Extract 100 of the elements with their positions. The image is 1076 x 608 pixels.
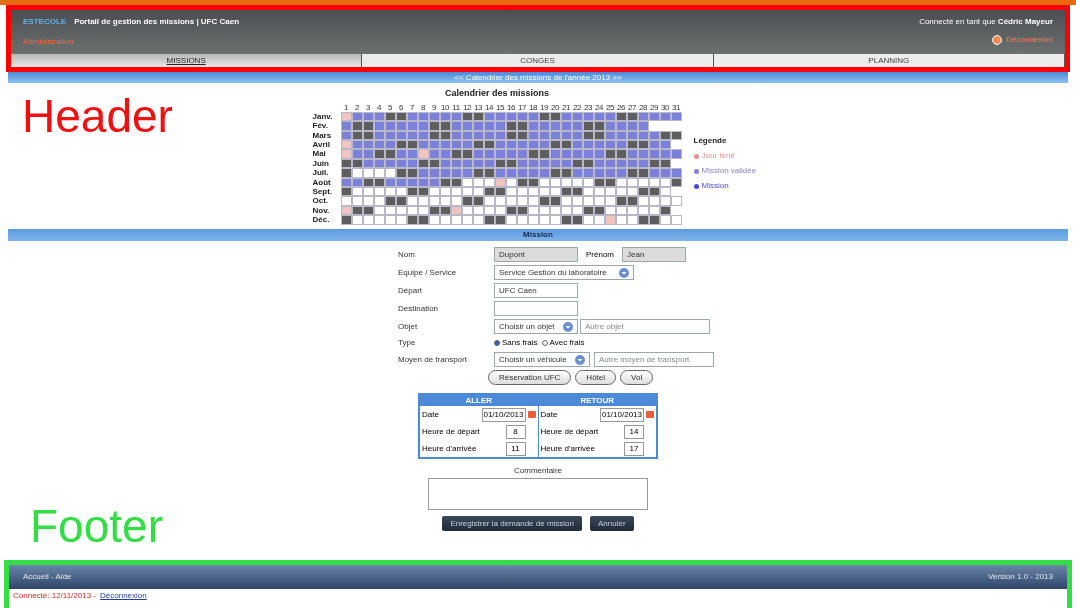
header-annotation: Header bbox=[22, 93, 173, 139]
month-label: Nov. bbox=[312, 205, 331, 216]
month-label: Août bbox=[312, 177, 332, 187]
booking-button[interactable]: Vol bbox=[620, 370, 654, 385]
status-text: Connecté: 12/11/2013 - bbox=[13, 590, 97, 602]
field-label: Moyen de transport bbox=[398, 353, 468, 366]
date-field[interactable]: 01/10/2013 bbox=[481, 407, 526, 422]
action-button[interactable]: Enregistrer la demande de mission bbox=[442, 516, 582, 531]
nav-tab[interactable]: PLANNING bbox=[713, 54, 1065, 67]
departure-field[interactable]: UFC Caen bbox=[494, 283, 578, 298]
day-number: 2 bbox=[353, 102, 361, 112]
month-label: Juin bbox=[312, 158, 330, 169]
legend-title: Légende bbox=[693, 135, 728, 147]
first-name-field[interactable]: Jean bbox=[622, 247, 686, 262]
day-number: 15 bbox=[494, 102, 506, 112]
service-select[interactable]: Service Gestion du laboratoire bbox=[494, 265, 634, 280]
day-number: 12 bbox=[461, 102, 473, 112]
field-label: Départ bbox=[398, 284, 423, 297]
day-number: 10 bbox=[439, 102, 451, 112]
portal-title: Portail de gestion des missions | UFC Caen bbox=[74, 16, 240, 28]
radio-label: Sans frais bbox=[502, 337, 538, 349]
month-label: Oct. bbox=[312, 196, 330, 206]
day-number: 4 bbox=[375, 102, 383, 112]
radio-label: Avec frais bbox=[549, 337, 585, 349]
version-text: Version 1.0 - 2013 bbox=[988, 571, 1053, 583]
month-label: Fév. bbox=[312, 121, 329, 131]
day-number: 8 bbox=[419, 102, 427, 112]
footer-links[interactable]: Accueil - Aide bbox=[23, 571, 72, 583]
column-header: ALLER bbox=[420, 395, 538, 406]
comment-label: Commentaire bbox=[514, 465, 562, 477]
field-label: Objet bbox=[398, 320, 419, 333]
day-number: 31 bbox=[670, 102, 682, 112]
day-number: 28 bbox=[637, 102, 649, 112]
day-number: 9 bbox=[430, 102, 438, 112]
field-label: Equipe / Service bbox=[398, 266, 458, 279]
schedule-label: Heure de départ bbox=[540, 425, 600, 438]
day-number: 27 bbox=[626, 102, 638, 112]
day-number: 30 bbox=[659, 102, 671, 112]
day-number: 6 bbox=[397, 102, 405, 112]
schedule-label: Heure d'arrivée bbox=[540, 442, 596, 455]
legend-label: Mission validée bbox=[701, 165, 757, 177]
hour-field[interactable]: 8 bbox=[505, 424, 526, 439]
day-number: 1 bbox=[342, 102, 350, 112]
day-number: 26 bbox=[615, 102, 627, 112]
transport-select[interactable]: Choisir un véhicule bbox=[494, 352, 590, 367]
month-label: Mars bbox=[312, 130, 333, 141]
day-number: 20 bbox=[549, 102, 561, 112]
status-link[interactable]: Déconnexion bbox=[100, 590, 147, 602]
schedule-label: Heure de départ bbox=[422, 425, 481, 438]
month-label: Déc. bbox=[312, 215, 331, 225]
field-label: Nom bbox=[398, 248, 416, 261]
day-number: 19 bbox=[538, 102, 550, 112]
day-number: 14 bbox=[483, 102, 495, 112]
day-number: 5 bbox=[386, 102, 394, 112]
booking-button[interactable]: Réservation UFC bbox=[488, 370, 572, 385]
column-header: RETOUR bbox=[538, 395, 656, 406]
nav-tab[interactable]: MISSIONS bbox=[11, 54, 363, 67]
legend-label: Mission bbox=[701, 180, 729, 192]
hour-field[interactable]: 14 bbox=[624, 424, 644, 439]
user-greeting: Connecté en tant que Cédric Mayeur bbox=[919, 16, 1053, 28]
footer-annotation: Footer bbox=[30, 503, 163, 549]
month-label: Janv. bbox=[312, 111, 334, 122]
day-number: 7 bbox=[408, 102, 416, 112]
month-label: Avril bbox=[312, 140, 331, 150]
action-button[interactable]: Annuler bbox=[590, 516, 634, 531]
day-number: 29 bbox=[648, 102, 660, 112]
schedule-label: Date bbox=[422, 408, 440, 421]
schedule-label: Date bbox=[540, 408, 559, 421]
sub-bar-text: << Calendrier des missions de l'année 2013 >> bbox=[454, 72, 622, 83]
field-label: Destination bbox=[398, 302, 440, 315]
day-number: 11 bbox=[451, 102, 461, 112]
hour-field[interactable]: 17 bbox=[624, 441, 644, 456]
hour-field[interactable]: 11 bbox=[505, 441, 526, 456]
day-number: 17 bbox=[516, 102, 528, 112]
month-label: Sept. bbox=[312, 187, 334, 197]
day-number: 23 bbox=[582, 102, 594, 112]
field-label: Type bbox=[398, 337, 417, 349]
legend-label: Jour férié bbox=[701, 150, 735, 162]
day-number: 16 bbox=[505, 102, 517, 112]
booking-button[interactable]: Hôtel bbox=[575, 370, 617, 385]
calendar-title: Calendrier des missions bbox=[444, 87, 549, 100]
day-number: 18 bbox=[527, 102, 539, 112]
purpose-select[interactable]: Choisir un objet bbox=[494, 319, 578, 334]
date-field[interactable]: 01/10/2013 bbox=[600, 407, 644, 422]
brand-logo: ESTECOLE bbox=[23, 16, 67, 28]
other-transport-field[interactable]: Autre moyen de transport bbox=[594, 352, 714, 367]
day-number: 21 bbox=[560, 102, 572, 112]
day-number: 3 bbox=[364, 102, 372, 112]
name-field[interactable]: Dupont bbox=[494, 247, 578, 262]
month-label: Mai bbox=[312, 149, 327, 159]
schedule-label: Heure d'arrivée bbox=[422, 442, 478, 455]
month-label: Juil. bbox=[312, 168, 330, 178]
nav-tab[interactable]: CONGES bbox=[362, 54, 714, 67]
section-title: Mission bbox=[523, 229, 553, 241]
day-number: 22 bbox=[571, 102, 583, 112]
day-number: 13 bbox=[472, 102, 484, 112]
day-number: 24 bbox=[593, 102, 605, 112]
other-purpose-field[interactable]: Autre objet bbox=[580, 319, 710, 334]
field-label: Prénom bbox=[586, 248, 614, 261]
day-number: 25 bbox=[604, 102, 616, 112]
